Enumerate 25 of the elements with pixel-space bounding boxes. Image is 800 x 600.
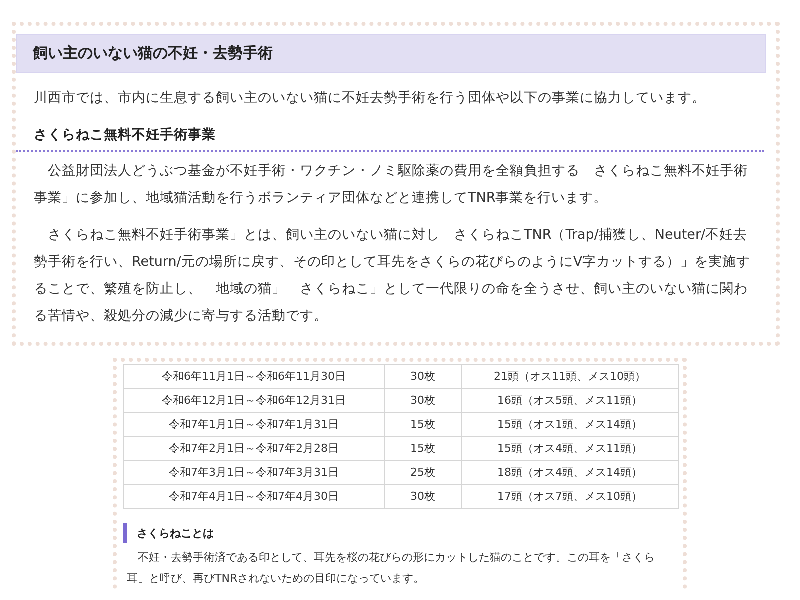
table-cell: 令和7年2月1日～令和7年2月28日 xyxy=(124,436,384,460)
table-cell: 30枚 xyxy=(384,364,462,388)
note-text: 不妊・去勢手術済である印として、耳先を桜の花びらの形にカットした猫のことです。この耳を「さくら耳」と呼び、再びTNRされないための目印になっています。 xyxy=(126,550,656,587)
body-paragraph: 公益財団法人どうぶつ基金が不妊手術・ワクチン・ノミ駆除薬の費用を全額負担する「さくらねこ無料不妊手術事業」に参加し、地域猫活動を行うボランティア団体などと連携してTNR事業を行います。 xyxy=(33,162,749,208)
body-paragraph: 「さくらねこ無料不妊手術事業」とは、飼い主のいない猫に対し「さくらねこTNR（Trap/捕獲し、Neuter/不妊去勢手術を行い、Return/元の場所に戻す、その印として耳先をさくらの花びらのようにV字カットする）」を実施することで、繁殖を防止し、「地域の猫」「さくらねこ」として一代限りの命を全うさせ、飼い主のいない猫に関わる苦情や、殺処分の減少に寄与する活動です。 xyxy=(33,226,752,326)
table-cell: 15枚 xyxy=(384,412,462,436)
table-cell: 15枚 xyxy=(384,436,462,460)
table-cell: 令和7年4月1日～令和7年4月30日 xyxy=(124,484,384,508)
table-cell: 15頭（オス1頭、メス14頭） xyxy=(462,412,678,436)
table-cell: 30枚 xyxy=(384,484,462,508)
table-cell: 令和6年11月1日～令和6年11月30日 xyxy=(124,364,384,388)
section-heading: 飼い主のいない猫の不妊・去勢手術 xyxy=(16,34,766,73)
table-cell: 17頭（オス7頭、メス10頭） xyxy=(462,484,678,508)
table-cell: 15頭（オス4頭、メス11頭） xyxy=(462,436,678,460)
table-cell: 25枚 xyxy=(384,460,462,484)
subheading: さくらねこ無料不妊手術事業 xyxy=(16,124,764,152)
table-cell: 令和6年12月1日～令和6年12月31日 xyxy=(124,388,384,412)
intro-text: 川西市では、市内に生息する飼い主のいない猫に不妊去勢手術を行う団体や以下の事業に協力しています。 xyxy=(33,89,707,108)
table-cell: 30枚 xyxy=(384,388,462,412)
note-heading: さくらねことは xyxy=(137,526,214,540)
table-cell: 令和7年3月1日～令和7年3月31日 xyxy=(124,460,384,484)
table-cell: 21頭（オス11頭、メス10頭） xyxy=(462,364,678,388)
table-cell: 16頭（オス5頭、メス11頭） xyxy=(462,388,678,412)
table-cell: 令和7年1月1日～令和7年1月31日 xyxy=(124,412,384,436)
table-cell: 18頭（オス4頭、メス14頭） xyxy=(462,460,678,484)
